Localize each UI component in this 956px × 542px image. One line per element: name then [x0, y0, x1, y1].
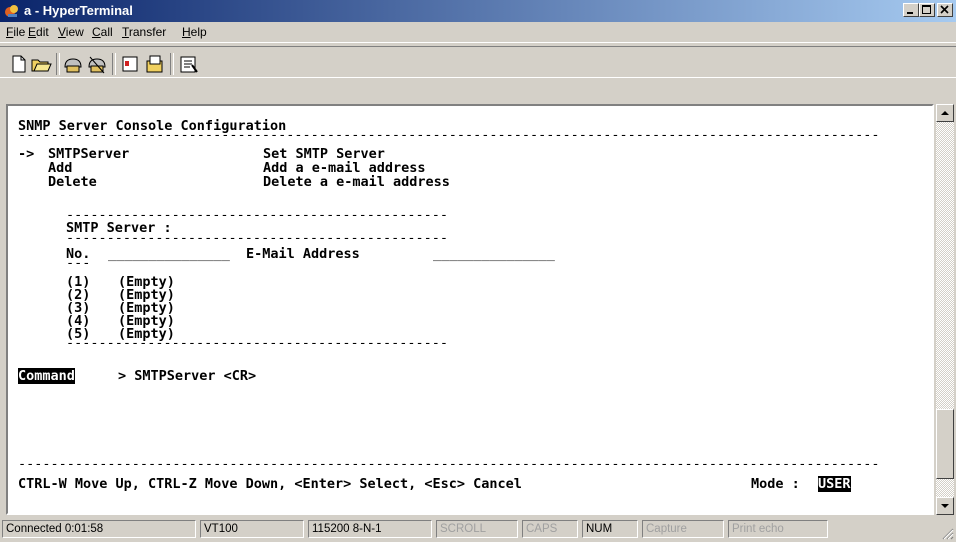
scroll-thumb[interactable]: [936, 409, 954, 479]
resize-grip-icon[interactable]: [940, 526, 954, 540]
col-email-prefix: _______________: [108, 246, 230, 262]
menu-view[interactable]: View: [58, 25, 84, 39]
col-email-header: E-Mail Address: [246, 246, 360, 262]
status-caps: CAPS: [522, 520, 578, 538]
arrow-up-icon: [941, 111, 949, 115]
scroll-down-button[interactable]: [936, 497, 954, 515]
send-button[interactable]: [120, 53, 142, 75]
new-icon: [12, 55, 26, 73]
connect-icon: [64, 58, 82, 73]
menu-help[interactable]: Help: [182, 25, 207, 39]
properties-button[interactable]: [178, 53, 200, 75]
terminal-frame: SNMP Server Console Configuration ------…: [6, 104, 934, 515]
separator-entries-bottom: ----------------------------------------…: [66, 335, 449, 351]
toolbar: [0, 42, 956, 101]
separator-smtp-bottom: ----------------------------------------…: [66, 230, 449, 246]
maximize-button[interactable]: [919, 3, 935, 17]
menu-call[interactable]: Call: [92, 25, 113, 39]
command-prompt[interactable]: > SMTPServer <CR>: [118, 368, 256, 384]
menu-command-delete[interactable]: Delete: [48, 174, 97, 190]
status-connected: Connected 0:01:58: [2, 520, 196, 538]
col-email-suffix: _______________: [433, 246, 555, 262]
window-title: a - HyperTerminal: [24, 3, 133, 18]
footer-help: CTRL-W Move Up, CTRL-Z Move Down, <Enter…: [18, 476, 522, 492]
disconnect-button[interactable]: [86, 53, 108, 75]
open-button[interactable]: [30, 53, 52, 75]
status-num: NUM: [582, 520, 638, 538]
command-label: Command: [18, 368, 75, 384]
disconnect-icon: [88, 56, 106, 74]
new-button[interactable]: [8, 53, 30, 75]
minimize-button[interactable]: [903, 3, 919, 17]
menu-edit[interactable]: Edit: [28, 25, 49, 39]
menu-pointer: ->: [18, 146, 35, 162]
receive-icon: [146, 55, 163, 73]
hyperterminal-icon: [4, 3, 20, 19]
arrow-down-icon: [941, 504, 949, 508]
title-bar[interactable]: a - HyperTerminal: [0, 0, 956, 22]
minimize-icon: [907, 12, 913, 14]
close-button[interactable]: [937, 3, 953, 17]
terminal-screen[interactable]: SNMP Server Console Configuration ------…: [18, 116, 923, 506]
menu-desc-delete: Delete a e-mail address: [263, 174, 450, 190]
status-scroll: SCROLL: [436, 520, 518, 538]
menu-bar: File Edit View Call Transfer Help: [0, 22, 956, 42]
menu-file[interactable]: File: [6, 25, 25, 39]
vertical-scrollbar[interactable]: [936, 104, 954, 515]
close-icon: [940, 5, 949, 14]
col-no-underline: ---: [66, 255, 91, 271]
maximize-icon: [922, 5, 931, 14]
status-emulation: VT100: [200, 520, 304, 538]
mode-value: USER: [818, 476, 851, 492]
connect-button[interactable]: [62, 53, 84, 75]
status-settings: 115200 8-N-1: [308, 520, 432, 538]
properties-icon: [180, 56, 198, 73]
separator-footer: ----------------------------------------…: [18, 456, 880, 472]
send-icon: [122, 56, 138, 72]
menu-transfer[interactable]: Transfer: [122, 25, 166, 39]
separator-top: ----------------------------------------…: [18, 127, 880, 143]
open-icon: [31, 59, 52, 72]
mode-label: Mode :: [751, 476, 800, 492]
status-print-echo: Print echo: [728, 520, 828, 538]
scroll-up-button[interactable]: [936, 104, 954, 122]
receive-button[interactable]: [144, 53, 166, 75]
status-capture: Capture: [642, 520, 724, 538]
status-bar: Connected 0:01:58 VT100 115200 8-N-1 SCR…: [0, 518, 956, 542]
